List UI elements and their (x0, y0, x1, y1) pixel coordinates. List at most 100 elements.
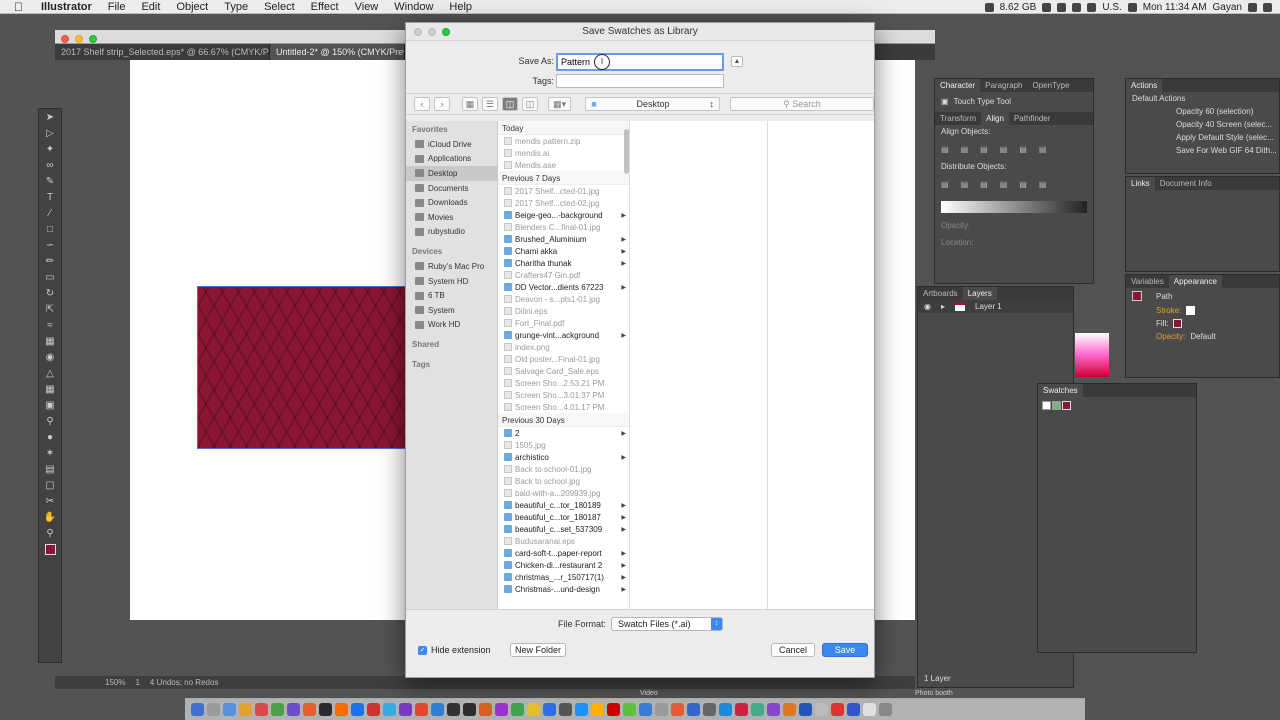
folder-row[interactable]: beautiful_c...tor_180189 ▶ (498, 499, 629, 511)
dock-app-icon[interactable] (575, 703, 588, 716)
file-row[interactable]: Crafters47 Gin.pdf (498, 269, 629, 281)
sidebar-item-desktop[interactable]: Desktop (406, 166, 497, 181)
align-bottom-icon[interactable]: ▤ (1039, 145, 1047, 154)
artboard-number[interactable]: 1 (135, 678, 139, 687)
folder-row[interactable]: Chicken-di...restaurant 2 ▶ (498, 559, 629, 571)
clock[interactable]: Mon 11:34 AM (1143, 2, 1207, 13)
dock-app-icon[interactable] (623, 703, 636, 716)
folder-row[interactable]: Beige-geo...-background ▶ (498, 209, 629, 221)
close-window-icon[interactable] (61, 35, 69, 43)
swatch-pattern[interactable] (1052, 401, 1061, 410)
type-tool-icon[interactable]: T (39, 189, 61, 205)
slice-tool-icon[interactable]: ✂ (39, 493, 61, 509)
rectangle-tool-icon[interactable]: □ (39, 221, 61, 237)
rotate-tool-icon[interactable]: ↻ (39, 285, 61, 301)
menu-file[interactable]: File (100, 1, 134, 13)
hide-extension-checkbox[interactable]: ✓ (418, 646, 427, 655)
swatch-none[interactable] (1042, 401, 1051, 410)
dock-app-icon[interactable] (767, 703, 780, 716)
file-row[interactable]: Back to school-01.jpg (498, 463, 629, 475)
align-left-icon[interactable]: ▤ (941, 145, 949, 154)
folder-row[interactable]: Christmas-...und-design ▶ (498, 583, 629, 595)
file-row[interactable]: Old poster...Final-01.jpg (498, 353, 629, 365)
doc-tab-shelf-strip[interactable]: 2017 Shelf strip_Selected.eps* @ 66.67% … (55, 44, 270, 60)
tab-paragraph[interactable]: Paragraph (980, 81, 1027, 90)
tab-swatches[interactable]: Swatches (1038, 384, 1083, 397)
action-set[interactable]: Default Actions (1126, 92, 1279, 105)
sidebar-item-home[interactable]: rubystudio (406, 225, 497, 240)
fill-stroke-swatches[interactable] (39, 541, 61, 557)
dock-app-icon[interactable] (431, 703, 444, 716)
dock-app-icon[interactable] (671, 703, 684, 716)
distribute-hcenter-icon[interactable]: ▤ (1019, 180, 1027, 189)
sidebar-item-work-hd[interactable]: Work HD (406, 318, 497, 333)
tab-actions[interactable]: Actions (1126, 79, 1163, 92)
tab-artboards[interactable]: Artboards (918, 289, 963, 298)
folder-row[interactable]: card-soft-t...paper-report ▶ (498, 547, 629, 559)
tab-pathfinder[interactable]: Pathfinder (1009, 114, 1055, 123)
dock-app-icon[interactable] (847, 703, 860, 716)
tab-opentype[interactable]: OpenType (1027, 81, 1074, 90)
line-tool-icon[interactable]: ∕ (39, 205, 61, 221)
file-row[interactable]: Salvage Card_Sale.eps (498, 365, 629, 377)
dock-app-icon[interactable] (527, 703, 540, 716)
doc-tab-untitled[interactable]: Untitled-2* @ 150% (CMYK/Preview) (270, 44, 405, 60)
artboard-tool-icon[interactable]: ▢ (39, 477, 61, 493)
file-row[interactable]: Back to school.jpg (498, 475, 629, 487)
pattern-artwork[interactable] (197, 286, 409, 449)
folder-row[interactable]: beautiful_c...tor_180187 ▶ (498, 511, 629, 523)
dock-app-icon[interactable] (463, 703, 476, 716)
stroke-row[interactable]: Stroke: (1126, 304, 1279, 317)
list-view-button[interactable]: ☰ (482, 97, 498, 111)
user-name[interactable]: Gayan (1213, 2, 1242, 13)
empty-column[interactable] (630, 121, 768, 609)
align-top-icon[interactable]: ▤ (1000, 145, 1008, 154)
dock-app-icon[interactable] (255, 703, 268, 716)
folder-row[interactable]: DD Vector...dients 67223 ▶ (498, 281, 629, 293)
dock-app-icon[interactable] (607, 703, 620, 716)
dock-app-icon[interactable] (399, 703, 412, 716)
stroke-swatch[interactable] (1186, 306, 1196, 315)
layer-row[interactable]: ◉ ▸ Layer 1 (918, 300, 1073, 313)
pencil-tool-icon[interactable]: ✏ (39, 253, 61, 269)
file-row[interactable]: mendis.ai (498, 147, 629, 159)
save-as-input[interactable] (556, 53, 724, 71)
free-transform-tool-icon[interactable]: ▦ (39, 333, 61, 349)
distribute-top-icon[interactable]: ▤ (941, 180, 949, 189)
tab-links[interactable]: Links (1126, 177, 1155, 190)
sidebar-item-mac[interactable]: Ruby's Mac Pro (406, 259, 497, 274)
fill-swatch-appearance[interactable] (1173, 319, 1183, 328)
sidebar-item-documents[interactable]: Documents (406, 181, 497, 196)
forward-button[interactable]: › (434, 97, 450, 111)
swatch-red[interactable] (1062, 401, 1071, 410)
scale-tool-icon[interactable]: ⇱ (39, 301, 61, 317)
dock-app-icon[interactable] (415, 703, 428, 716)
blend-tool-icon[interactable]: ● (39, 429, 61, 445)
sidebar-item-system-hd[interactable]: System HD (406, 274, 497, 289)
flag-icon[interactable] (1087, 2, 1097, 12)
width-tool-icon[interactable]: ≈ (39, 317, 61, 333)
dock-app-icon[interactable] (687, 703, 700, 716)
dock-app-icon[interactable] (719, 703, 732, 716)
dock-app-icon[interactable] (479, 703, 492, 716)
dock-app-icon[interactable] (735, 703, 748, 716)
zoom-level[interactable]: 150% (105, 678, 125, 687)
file-row[interactable]: Budusaranai.eps (498, 535, 629, 547)
eraser-tool-icon[interactable]: ▭ (39, 269, 61, 285)
folder-row[interactable]: beautiful_c...set_537309 ▶ (498, 523, 629, 535)
menu-effect[interactable]: Effect (303, 1, 347, 13)
dock-app-icon[interactable] (367, 703, 380, 716)
file-row[interactable]: index.png (498, 341, 629, 353)
align-vcenter-icon[interactable]: ▤ (1019, 145, 1027, 154)
menu-type[interactable]: Type (216, 1, 256, 13)
dock-app-icon[interactable] (751, 703, 764, 716)
dock-app-icon[interactable] (239, 703, 252, 716)
dock-app-icon[interactable] (511, 703, 524, 716)
file-row[interactable]: Screen Sho...3.01.37 PM (498, 389, 629, 401)
lasso-tool-icon[interactable]: ∞ (39, 157, 61, 173)
file-row[interactable]: 2017 Shelf...cted-02.jpg (498, 197, 629, 209)
tab-layers[interactable]: Layers (962, 287, 997, 300)
mesh-tool-icon[interactable]: ▦ (39, 381, 61, 397)
dock-app-icon[interactable] (271, 703, 284, 716)
menu-edit[interactable]: Edit (133, 1, 168, 13)
